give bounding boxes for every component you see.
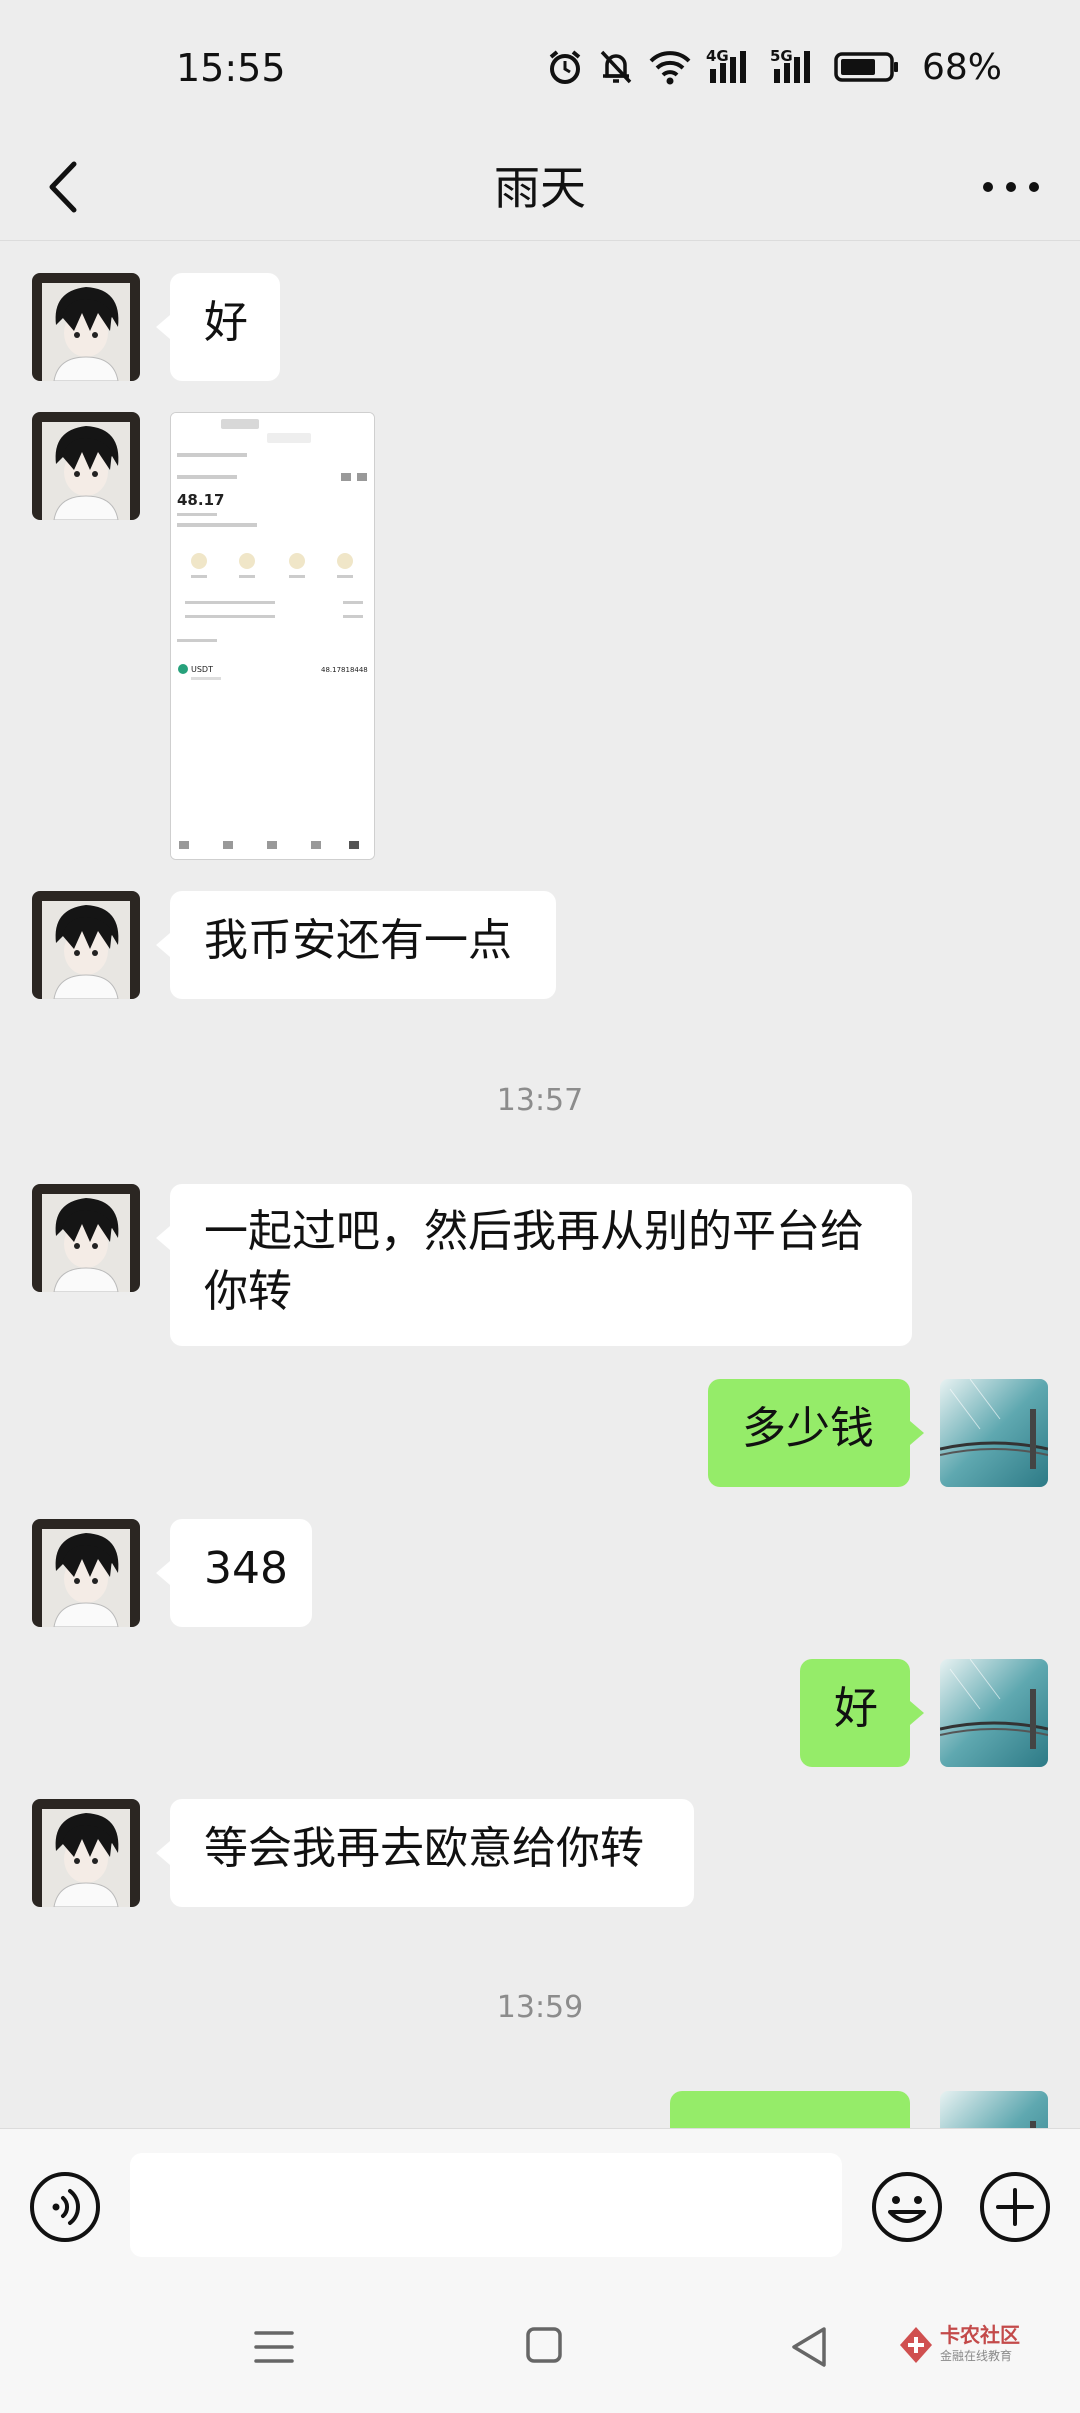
contact-avatar[interactable] (32, 1799, 140, 1907)
nav-home-button[interactable] (524, 2325, 564, 2365)
status-icons: 4G 5G 68% (546, 42, 1002, 92)
emoji-icon (872, 2172, 942, 2242)
message-bubble-outgoing[interactable]: 好 (800, 1659, 910, 1767)
contact-avatar[interactable] (32, 412, 140, 520)
chat-messages[interactable]: 好 48.17 USDT 48.17818448 我币安还有一点 13:57 一… (0, 241, 1080, 2128)
message-bubble[interactable]: 好 (170, 273, 280, 381)
status-time: 15:55 (176, 46, 286, 90)
screenshot-thumbnail: 48.17 USDT 48.17818448 (171, 413, 374, 859)
contact-avatar[interactable] (32, 891, 140, 999)
message-line: 你转 (204, 1266, 292, 1317)
message-bubble[interactable]: 一起过吧，然后我再从别的平台给 你转 (170, 1184, 912, 1346)
message-bubble[interactable]: 348 (170, 1519, 312, 1627)
nav-recents-button[interactable] (252, 2325, 296, 2369)
bubble-tail (156, 933, 170, 957)
bubble-tail (156, 1226, 170, 1250)
bubble-tail (910, 1701, 924, 1725)
my-avatar[interactable] (940, 1379, 1048, 1487)
signal-4g-icon: 4G (706, 47, 746, 83)
image-message[interactable]: 48.17 USDT 48.17818448 (170, 412, 375, 860)
message-input[interactable] (130, 2153, 842, 2257)
watermark-subtitle: 金融在线教育 (940, 2349, 1013, 2363)
more-button[interactable] (966, 152, 1056, 222)
menu-icon (254, 2331, 294, 2363)
voice-button[interactable] (28, 2170, 102, 2244)
svg-text:5G: 5G (770, 47, 793, 65)
preview-coin: USDT (191, 665, 213, 674)
more-dots-icon (983, 182, 1039, 192)
message-bubble[interactable]: 我币安还有一点 (170, 891, 556, 999)
contact-avatar[interactable] (32, 1519, 140, 1627)
bubble-tail (156, 315, 170, 339)
chat-header: 雨天 (0, 130, 1080, 241)
back-triangle-icon (792, 2327, 826, 2367)
timestamp: 13:59 (496, 1990, 584, 2025)
alarm-icon (549, 50, 581, 84)
preview-balance: 48.17 (177, 491, 224, 509)
bubble-tail (156, 1561, 170, 1585)
wifi-icon (649, 51, 691, 85)
watermark-logo-icon (900, 2327, 932, 2363)
input-bar: 卡农社区 金融在线教育 (0, 2128, 1080, 2413)
battery-icon (834, 52, 898, 82)
voice-icon (30, 2172, 100, 2242)
message-line: 一起过吧，然后我再从别的平台给 (204, 1206, 864, 1257)
watermark: 卡农社区 金融在线教育 (898, 2319, 1058, 2375)
more-functions-button[interactable] (978, 2170, 1052, 2244)
system-nav-bar: 卡农社区 金融在线教育 (0, 2303, 1080, 2413)
contact-avatar[interactable] (32, 1184, 140, 1292)
bubble-tail (910, 1421, 924, 1445)
contact-avatar[interactable] (32, 273, 140, 381)
battery-percent: 68% (921, 46, 1002, 88)
home-square-icon (526, 2327, 562, 2363)
svg-text:4G: 4G (706, 47, 729, 65)
plus-icon (980, 2172, 1050, 2242)
message-bubble-outgoing[interactable] (670, 2091, 910, 2128)
my-avatar[interactable] (940, 2091, 1048, 2128)
watermark-title: 卡农社区 (940, 2323, 1020, 2347)
mute-bell-icon (600, 50, 632, 84)
my-avatar[interactable] (940, 1659, 1048, 1767)
status-bar: 15:55 4G 5G 68% (0, 0, 1080, 130)
nav-back-button[interactable] (786, 2323, 832, 2371)
emoji-button[interactable] (870, 2170, 944, 2244)
signal-5g-icon: 5G (770, 47, 810, 83)
message-bubble-outgoing[interactable]: 多少钱 (708, 1379, 910, 1487)
bubble-tail (156, 1841, 170, 1865)
timestamp: 13:57 (496, 1083, 584, 1118)
message-bubble[interactable]: 等会我再去欧意给你转 (170, 1799, 694, 1907)
preview-amount: 48.17818448 (321, 666, 368, 674)
chat-title: 雨天 (494, 161, 586, 215)
